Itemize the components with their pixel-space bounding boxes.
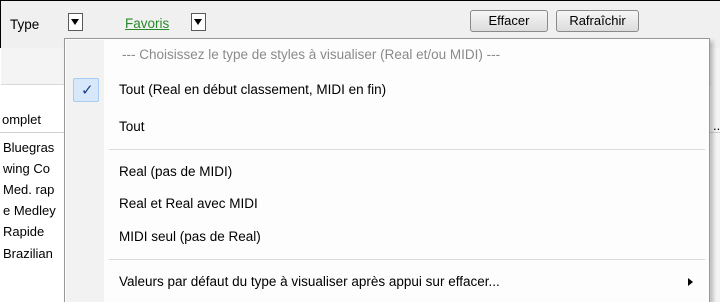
menu-item-label: Real (pas de MIDI)	[119, 164, 233, 179]
table-row[interactable]: wing Co	[3, 161, 50, 181]
menu-item-label: Valeurs par défaut du type à visualiser …	[119, 274, 500, 289]
favoris-dropdown-button[interactable]	[191, 13, 206, 31]
table-row[interactable]: Rapide	[3, 224, 44, 244]
menu-item-label: Tout	[119, 119, 145, 134]
menu-item-label: Real et Real avec MIDI	[119, 196, 258, 211]
table-row[interactable]: Brazilian	[3, 246, 53, 266]
menu-item-midi-only[interactable]: MIDI seul (pas de Real)	[65, 224, 709, 250]
menu-separator	[109, 149, 705, 151]
menu-item-default-values[interactable]: Valeurs par défaut du type à visualiser …	[65, 269, 709, 295]
menu-separator	[109, 259, 705, 261]
menu-item-real-only[interactable]: Real (pas de MIDI)	[65, 159, 709, 185]
menu-item-tout[interactable]: Tout	[65, 114, 709, 140]
menu-item-label: Tout (Real en début classement, MIDI en …	[119, 82, 387, 97]
type-dropdown-button[interactable]	[68, 13, 83, 31]
menu-item-real-and-midi[interactable]: Real et Real avec MIDI	[65, 191, 709, 217]
column-header-label: omplet	[2, 112, 42, 127]
type-label: Type	[10, 17, 40, 32]
menu-item-tout-real-first[interactable]: ✓ Tout (Real en début classement, MIDI e…	[65, 77, 709, 103]
rafraichir-button[interactable]: Rafraîchir	[556, 10, 639, 32]
menu-header-label: --- Choisissez le type de styles à visua…	[122, 47, 501, 62]
table-row[interactable]: Bluegras	[3, 140, 54, 160]
submenu-arrow-icon	[688, 278, 693, 286]
table-row[interactable]: e Medley	[3, 203, 56, 223]
check-icon: ✓	[81, 82, 94, 99]
type-dropdown-menu: --- Choisissez le type de styles à visua…	[64, 38, 710, 302]
table-row[interactable]: Med. rap	[3, 182, 54, 202]
favoris-label[interactable]: Favoris	[125, 16, 169, 31]
right-scroll-strip	[711, 48, 720, 302]
dropdown-arrow-icon	[194, 19, 202, 25]
dropdown-arrow-icon	[71, 19, 79, 25]
menu-header: --- Choisissez le type de styles à visua…	[65, 42, 709, 68]
menu-item-label: MIDI seul (pas de Real)	[119, 229, 261, 244]
column-overflow-dots: ..	[713, 118, 720, 133]
effacer-button[interactable]: Effacer	[470, 10, 548, 32]
